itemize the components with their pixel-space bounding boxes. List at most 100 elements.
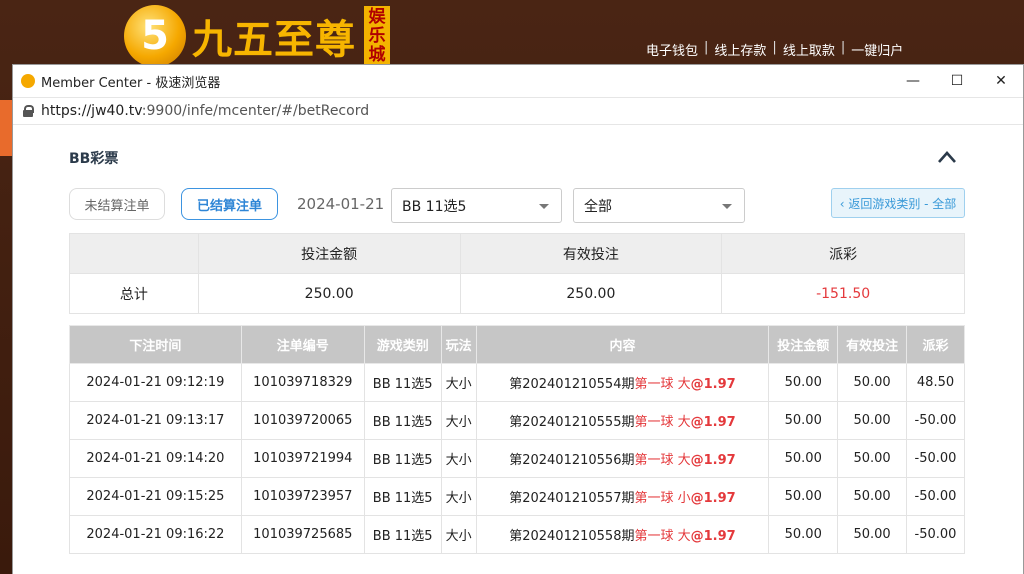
table-row[interactable]: 2024-01-21 09:16:22 101039725685 BB 11选5 大小… [69,515,965,554]
cell-game: BB 11选5 [363,477,442,516]
summary-bet: 250.00 [197,273,461,314]
cell-play: 大小 [440,439,477,478]
col-header-id[interactable]: 注单编号 [240,325,365,364]
cell-game: BB 11选5 [363,515,442,554]
cell-valid: 50.00 [837,439,908,478]
cell-id: 101039723957 [240,477,365,516]
content-at: @ [690,377,704,392]
logo-emblem: 5 [124,5,186,67]
cell-bet: 50.00 [768,515,839,554]
table-row[interactable]: 2024-01-21 09:14:20 101039721994 BB 11选5 大小… [69,439,965,478]
type-select[interactable]: 全部 [573,188,745,223]
cell-payout: -50.00 [906,439,965,478]
close-button[interactable]: ✕ [979,65,1023,97]
browser-window: Member Center - 极速浏览器 — ☐ ✕ https://jw40… [12,64,1024,574]
date-label[interactable]: 2024-01-21 [297,195,384,213]
cell-payout: -50.00 [906,515,965,554]
site-logo[interactable]: 5 九五至尊 娱 乐 城 [124,5,390,67]
summary-valid: 250.00 [459,273,723,314]
game-select[interactable]: BB 11选5 [391,188,562,223]
cell-time: 2024-01-21 09:14:20 [69,439,242,478]
unsettled-tab[interactable]: 未结算注单 [69,188,165,220]
cell-content: 第202401210554期第一球 大@1.97 [475,363,770,402]
col-header-game[interactable]: 游戏类别 [363,325,442,364]
col-header-valid[interactable]: 有效投注 [837,325,908,364]
cell-bet: 50.00 [768,439,839,478]
nav-separator: | [840,40,846,55]
title-bar: Member Center - 极速浏览器 — ☐ ✕ [13,65,1023,97]
cell-time: 2024-01-21 09:15:25 [69,477,242,516]
summary-header-payout: 派彩 [721,233,965,274]
cell-valid: 50.00 [837,363,908,402]
browser-app-icon [21,74,35,88]
content-odds: 1.97 [703,377,736,392]
cell-id: 101039725685 [240,515,365,554]
table-row[interactable]: 2024-01-21 09:12:19 101039718329 BB 11选5 大小… [69,363,965,402]
content-at: @ [690,453,704,468]
col-header-time[interactable]: 下注时间 [69,325,242,364]
settled-tab[interactable]: 已结算注单 [181,188,278,220]
cell-game: BB 11选5 [363,401,442,440]
col-header-content[interactable]: 内容 [475,325,770,364]
col-header-bet[interactable]: 投注金额 [768,325,839,364]
nav-separator: | [704,40,709,55]
site-nav: 电子钱包 | 线上存款 | 线上取款 | 一键归户 [646,40,903,59]
cell-payout: 48.50 [906,363,965,402]
cell-valid: 50.00 [837,477,908,516]
cell-id: 101039718329 [240,363,365,402]
content-period: 第202401210554期 [509,377,635,392]
nav-deposit[interactable]: 线上存款 [714,40,766,59]
table-row[interactable]: 2024-01-21 09:15:25 101039723957 BB 11选5 大小… [69,477,965,516]
nav-wallet[interactable]: 电子钱包 [646,40,698,59]
cell-play: 大小 [440,363,477,402]
cell-content: 第202401210556期第一球 大@1.97 [475,439,770,478]
col-header-payout[interactable]: 派彩 [906,325,965,364]
logo-badge-char: 城 [368,44,386,65]
content-odds: 1.97 [703,529,736,544]
nav-consolidate[interactable]: 一键归户 [851,40,903,59]
cell-time: 2024-01-21 09:13:17 [69,401,242,440]
url-text[interactable]: https://jw40.tv:9900/infe/mcenter/#/betR… [41,103,369,119]
summary-label: 总计 [69,273,199,314]
side-tab[interactable] [0,100,12,156]
bet-records-table: 下注时间 注单编号 游戏类别 玩法 内容 投注金额 有效投注 派彩 2024-0… [69,325,965,554]
cell-time: 2024-01-21 09:12:19 [69,363,242,402]
content-at: @ [690,529,704,544]
type-select-value: 全部 [584,198,612,215]
maximize-button[interactable]: ☐ [935,65,979,97]
content-period: 第202401210555期 [509,415,635,430]
content-pick: 第一球 大 [634,377,691,392]
nav-withdraw[interactable]: 线上取款 [783,40,835,59]
cell-valid: 50.00 [837,401,908,440]
cell-content: 第202401210557期第一球 小@1.97 [475,477,770,516]
logo-badge-char: 娱 [368,6,386,27]
cell-play: 大小 [440,515,477,554]
col-header-play[interactable]: 玩法 [440,325,477,364]
content-period: 第202401210557期 [509,491,635,506]
chevron-down-icon [722,204,732,209]
address-bar[interactable]: https://jw40.tv:9900/infe/mcenter/#/betR… [13,97,1023,125]
filter-bar: 未结算注单 已结算注单 2024-01-21 BB 11选5 全部 ‹ 返回游戏… [69,188,965,223]
url-path: :9900/infe/mcenter/#/betRecord [141,103,370,119]
window-title: Member Center - 极速浏览器 [41,75,221,91]
summary-header-bet: 投注金额 [197,233,461,274]
content-at: @ [690,415,704,430]
section-title: BB彩票 [69,151,119,167]
cell-play: 大小 [440,477,477,516]
logo-badge-char: 乐 [368,25,386,46]
summary-payout: -151.50 [721,273,965,314]
cell-valid: 50.00 [837,515,908,554]
minimize-button[interactable]: — [891,65,935,97]
back-to-categories-button[interactable]: ‹ 返回游戏类别 - 全部 [831,188,965,218]
cell-payout: -50.00 [906,401,965,440]
chevron-up-icon[interactable] [937,150,957,164]
content-odds: 1.97 [703,415,736,430]
logo-text: 九五至尊 [192,16,356,63]
table-row[interactable]: 2024-01-21 09:13:17 101039720065 BB 11选5 大小… [69,401,965,440]
content-period: 第202401210558期 [509,529,635,544]
cell-id: 101039721994 [240,439,365,478]
page-content: BB彩票 未结算注单 已结算注单 2024-01-21 BB 11选5 全部 ‹… [13,126,1023,574]
chevron-down-icon [539,204,549,209]
cell-bet: 50.00 [768,363,839,402]
content-odds: 1.97 [703,453,736,468]
